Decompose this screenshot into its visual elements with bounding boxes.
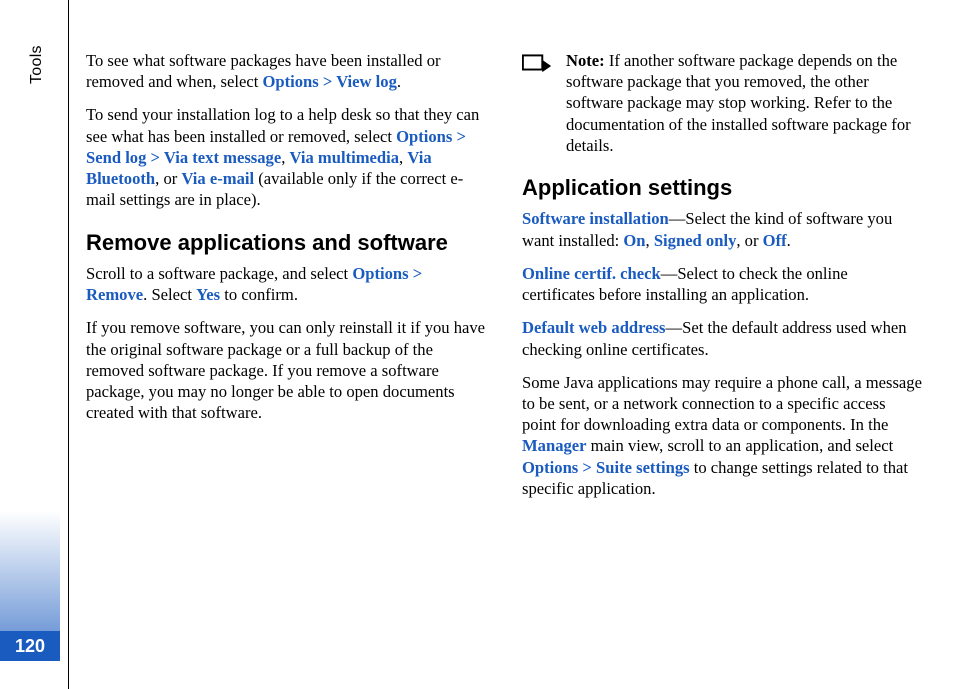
paragraph: Software installation—Select the kind of… (522, 208, 922, 250)
content-area: To see what software packages have been … (86, 50, 922, 511)
paragraph: Scroll to a software package, and select… (86, 263, 486, 305)
document-page: Tools 120 To see what software packages … (0, 0, 954, 689)
text: , (646, 231, 654, 250)
link-view-log: Options > View log (262, 72, 396, 91)
link-manager: Manager (522, 436, 587, 455)
link-signed-only: Signed only (654, 231, 737, 250)
text: If another software package depends on t… (566, 51, 911, 155)
link-online-certif-check: Online certif. check (522, 264, 661, 283)
paragraph: Some Java applications may require a pho… (522, 372, 922, 499)
link-on: On (623, 231, 645, 250)
link-via-email: Via e-mail (181, 169, 254, 188)
note-label: Note: (566, 51, 605, 70)
link-yes: Yes (196, 285, 220, 304)
paragraph: Default web address—Set the default addr… (522, 317, 922, 359)
vertical-rule (68, 0, 69, 689)
text: to confirm. (220, 285, 298, 304)
heading-app-settings: Application settings (522, 174, 922, 202)
heading-remove-apps: Remove applications and software (86, 229, 486, 257)
note-block: Note: If another software package depend… (522, 50, 922, 156)
text: . (397, 72, 401, 91)
paragraph: Online certif. check—Select to check the… (522, 263, 922, 305)
link-software-installation: Software installation (522, 209, 669, 228)
link-default-web-address: Default web address (522, 318, 666, 337)
text: , (281, 148, 289, 167)
side-section-label: Tools (28, 45, 46, 84)
text: , or (736, 231, 762, 250)
column-left: To see what software packages have been … (86, 50, 486, 511)
note-text: Note: If another software package depend… (566, 50, 922, 156)
paragraph: To send your installation log to a help … (86, 104, 486, 210)
paragraph: If you remove software, you can only rei… (86, 317, 486, 423)
note-icon (522, 54, 552, 78)
text: main view, scroll to an application, and… (587, 436, 894, 455)
text: Scroll to a software package, and select (86, 264, 352, 283)
page-number: 120 (0, 631, 60, 661)
text: . (787, 231, 791, 250)
text: Some Java applications may require a pho… (522, 373, 922, 434)
link-suite-settings: Options > Suite settings (522, 458, 690, 477)
link-off: Off (763, 231, 787, 250)
text: , or (155, 169, 181, 188)
page-number-gradient (0, 511, 60, 631)
link-via-multimedia: Via multimedia (290, 148, 400, 167)
text: . Select (143, 285, 196, 304)
paragraph: To see what software packages have been … (86, 50, 486, 92)
column-right: Note: If another software package depend… (522, 50, 922, 511)
